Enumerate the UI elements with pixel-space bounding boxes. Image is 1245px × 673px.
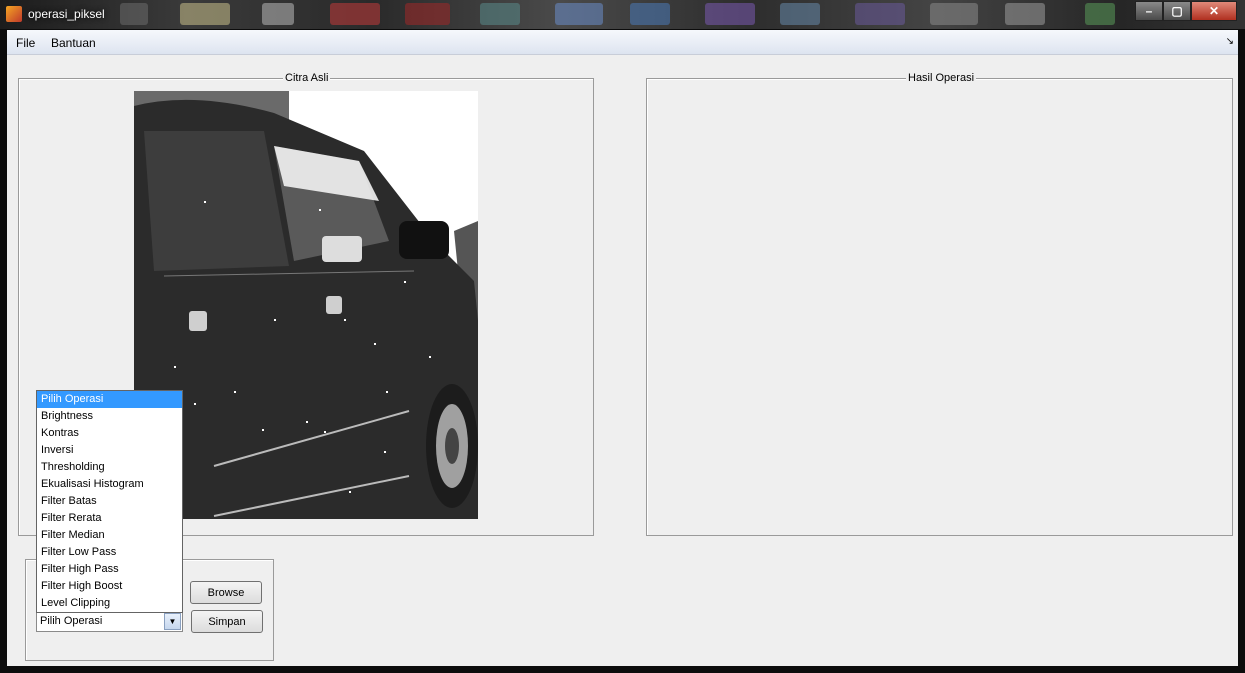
minimize-button[interactable]: – xyxy=(1135,1,1163,21)
operation-select[interactable]: Pilih Operasi ▼ xyxy=(36,611,183,632)
menu-bar: File Bantuan ↘ xyxy=(7,30,1238,55)
operation-dropdown-list: Pilih Operasi Brightness Kontras Inversi… xyxy=(36,390,183,613)
browse-button[interactable]: Browse xyxy=(190,581,262,604)
operation-option[interactable]: Level Clipping xyxy=(37,595,182,612)
maximize-button[interactable]: ▢ xyxy=(1163,1,1191,21)
title-bar: operasi_piksel – ▢ ✕ xyxy=(0,0,1245,29)
operation-option[interactable]: Filter High Pass xyxy=(37,561,182,578)
dock-arrow-icon[interactable]: ↘ xyxy=(1226,36,1234,47)
operation-option[interactable]: Filter Batas xyxy=(37,493,182,510)
panel-result-image: Hasil Operasi xyxy=(646,72,1233,536)
chevron-down-icon[interactable]: ▼ xyxy=(164,613,181,630)
panel-original-title: Citra Asli xyxy=(283,72,331,84)
operation-option[interactable]: Filter High Boost xyxy=(37,578,182,595)
operation-select-value: Pilih Operasi xyxy=(40,615,103,627)
operation-option[interactable]: Filter Median xyxy=(37,527,182,544)
panel-result-title: Hasil Operasi xyxy=(906,72,977,84)
operation-option[interactable]: Inversi xyxy=(37,442,182,459)
operation-option[interactable]: Kontras xyxy=(37,425,182,442)
menu-file[interactable]: File xyxy=(16,36,35,50)
close-icon: ✕ xyxy=(1208,4,1220,18)
operation-option[interactable]: Thresholding xyxy=(37,459,182,476)
window-title: operasi_piksel xyxy=(28,7,105,21)
operation-option[interactable]: Brightness xyxy=(37,408,182,425)
matlab-icon xyxy=(6,6,22,22)
maximize-icon: ▢ xyxy=(1171,4,1183,18)
figure-window: File Bantuan ↘ Citra Asli Hasil Operasi … xyxy=(7,30,1238,666)
original-image xyxy=(134,91,478,519)
operation-option[interactable]: Pilih Operasi xyxy=(37,391,182,408)
operation-option[interactable]: Filter Rerata xyxy=(37,510,182,527)
window-controls: – ▢ ✕ xyxy=(1135,1,1237,21)
operation-option[interactable]: Ekualisasi Histogram xyxy=(37,476,182,493)
close-button[interactable]: ✕ xyxy=(1191,1,1237,21)
operation-option[interactable]: Filter Low Pass xyxy=(37,544,182,561)
car-photo-icon xyxy=(134,91,478,519)
menu-help[interactable]: Bantuan xyxy=(51,36,96,50)
minimize-icon: – xyxy=(1145,4,1153,18)
save-button[interactable]: Simpan xyxy=(191,610,263,633)
